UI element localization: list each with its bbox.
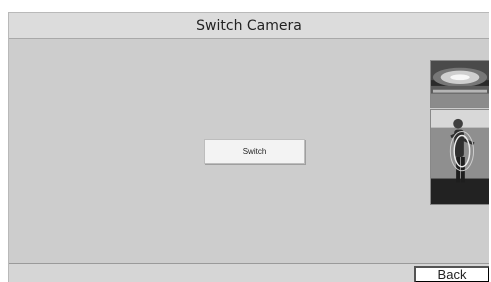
camera-main-area: Switch [9,39,489,264]
camera-view-person-icon [431,110,489,204]
camera-thumbnail-person[interactable] [430,109,489,205]
back-button[interactable]: Back [414,266,489,282]
page-title: Switch Camera [196,17,302,34]
bottom-bar: Back [9,264,489,282]
switch-button[interactable]: Switch [204,139,305,164]
camera-view-overhead-icon [431,61,489,107]
camera-thumbnail-overhead[interactable] [430,60,489,108]
title-bar: Switch Camera [9,13,489,39]
switch-camera-screen: Switch Camera Switch Back [8,12,489,282]
